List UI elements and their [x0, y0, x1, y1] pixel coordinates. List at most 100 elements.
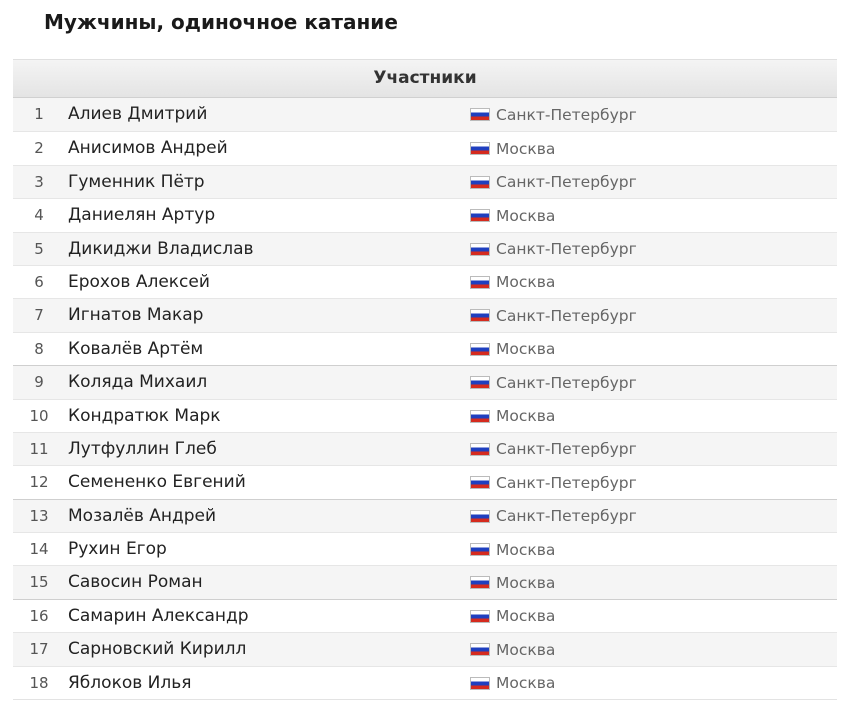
participant-name: Сарновский Кирилл — [68, 639, 247, 660]
participant-city-cell: Санкт-Петербург — [470, 500, 637, 533]
participant-city-cell: Москва — [470, 600, 555, 633]
participant-city: Санкт-Петербург — [496, 473, 637, 492]
participant-city: Москва — [496, 407, 556, 426]
participant-name: Ерохов Алексей — [68, 271, 210, 292]
participant-name: Семененко Евгений — [68, 472, 246, 493]
table-row: 18 Яблоков Илья Москва — [13, 665, 837, 700]
table-row: 12 Семененко Евгений Санкт-Петербург — [13, 465, 837, 499]
participant-city: Москва — [496, 674, 556, 693]
participant-city-cell: Москва — [470, 667, 555, 700]
participant-city-cell: Санкт-Петербург — [470, 299, 637, 332]
participant-name: Игнатов Макар — [68, 305, 204, 326]
table-row: 15 Савосин Роман Москва — [13, 565, 837, 599]
participant-city-cell: Москва — [470, 633, 555, 666]
row-number: 8 — [34, 339, 44, 358]
row-number: 18 — [29, 673, 49, 692]
participant-name: Яблоков Илья — [68, 672, 192, 693]
participant-city: Москва — [496, 540, 556, 559]
table-row: 4 Даниелян Артур Москва — [13, 198, 837, 232]
russia-flag-icon — [470, 676, 490, 690]
russia-flag-icon — [470, 108, 490, 121]
row-number: 11 — [29, 439, 49, 458]
participant-city-cell: Москва — [470, 566, 555, 599]
participant-name: Дикиджи Владислав — [68, 238, 254, 259]
russia-flag-icon — [470, 209, 490, 223]
russia-flag-icon — [470, 476, 490, 490]
participant-name: Мозалёв Андрей — [68, 505, 217, 526]
participant-city: Санкт-Петербург — [496, 507, 637, 526]
row-number: 7 — [34, 306, 44, 325]
russia-flag-icon — [470, 543, 490, 557]
participant-city: Санкт-Петербург — [496, 240, 637, 259]
russia-flag-icon — [470, 142, 490, 156]
russia-flag-icon — [470, 242, 490, 256]
table-row: 2 Анисимов Андрей Москва — [13, 131, 837, 165]
participant-city: Москва — [496, 139, 556, 158]
participant-city: Москва — [496, 640, 556, 659]
participant-name: Анисимов Андрей — [68, 138, 228, 159]
russia-flag-icon — [470, 175, 490, 189]
participant-city-cell: Санкт-Петербург — [470, 166, 637, 199]
participant-name: Даниелян Артур — [68, 205, 216, 226]
participant-city-cell: Москва — [470, 333, 555, 366]
participant-name: Алиев Дмитрий — [68, 104, 208, 124]
row-number: 5 — [34, 239, 44, 258]
russia-flag-icon — [470, 509, 490, 523]
page-title: Мужчины, одиночное катание — [44, 10, 398, 34]
russia-flag-icon — [470, 576, 490, 590]
participant-city: Москва — [496, 573, 556, 592]
table-row: 3 Гуменник Пётр Санкт-Петербург — [13, 164, 837, 199]
russia-flag-icon — [470, 442, 490, 456]
participant-city: Москва — [496, 607, 556, 626]
russia-flag-icon — [470, 275, 490, 289]
participant-name: Самарин Александр — [68, 605, 249, 626]
row-number: 15 — [29, 573, 49, 592]
row-number: 17 — [29, 640, 49, 659]
participant-name: Ковалёв Артём — [68, 338, 204, 359]
russia-flag-icon — [470, 342, 490, 356]
table-row: 8 Ковалёв Артём Москва — [13, 331, 837, 366]
row-number: 13 — [29, 506, 49, 525]
russia-flag-icon — [470, 409, 490, 423]
participant-city: Москва — [496, 206, 556, 225]
participant-city: Санкт-Петербург — [496, 105, 637, 124]
participant-city-cell: Санкт-Петербург — [470, 98, 637, 131]
row-number: 3 — [34, 172, 44, 191]
participant-name: Рухин Егор — [68, 539, 167, 560]
table-row: 9 Коляда Михаил Санкт-Петербург — [13, 365, 837, 399]
table-row: 16 Самарин Александр Москва — [13, 598, 837, 633]
row-number: 16 — [29, 606, 49, 625]
participant-name: Кондратюк Марк — [68, 405, 221, 426]
table-row: 11 Лутфуллин Глеб Санкт-Петербург — [13, 431, 837, 466]
participant-name: Коляда Михаил — [68, 372, 208, 393]
participant-city-cell: Москва — [470, 533, 555, 566]
participant-city-cell: Москва — [470, 132, 555, 165]
table-row: 17 Сарновский Кирилл Москва — [13, 632, 837, 666]
russia-flag-icon — [470, 376, 490, 390]
table-row: 14 Рухин Егор Москва — [13, 532, 837, 566]
participant-name: Савосин Роман — [68, 572, 203, 593]
table-row: 10 Кондратюк Марк Москва — [13, 398, 837, 433]
table-row: 6 Ерохов Алексей Москва — [13, 264, 837, 299]
row-number: 12 — [29, 473, 49, 492]
row-number: 6 — [34, 272, 44, 291]
participant-city-cell: Санкт-Петербург — [470, 433, 637, 466]
russia-flag-icon — [470, 643, 490, 657]
participant-city-cell: Санкт-Петербург — [470, 233, 637, 266]
table-header: Участники — [13, 59, 837, 98]
participant-city: Санкт-Петербург — [496, 373, 637, 392]
russia-flag-icon — [470, 309, 490, 323]
participant-city: Санкт-Петербург — [496, 306, 637, 325]
table-row: 1 Алиев Дмитрий Санкт-Петербург — [13, 98, 837, 132]
participant-city: Москва — [496, 340, 556, 359]
participant-city-cell: Москва — [470, 400, 555, 433]
table-row: 5 Дикиджи Владислав Санкт-Петербург — [13, 231, 837, 266]
participant-city-cell: Москва — [470, 199, 555, 232]
row-number: 14 — [29, 540, 49, 559]
row-number: 10 — [29, 406, 49, 425]
participants-table: Участники 1 Алиев Дмитрий Санкт-Петербург 2… — [13, 59, 837, 701]
row-number: 4 — [34, 206, 44, 225]
participant-city: Санкт-Петербург — [496, 440, 637, 459]
row-number: 1 — [34, 105, 44, 123]
table-body: 1 Алиев Дмитрий Санкт-Петербург 2 Анисимов А… — [13, 98, 837, 701]
